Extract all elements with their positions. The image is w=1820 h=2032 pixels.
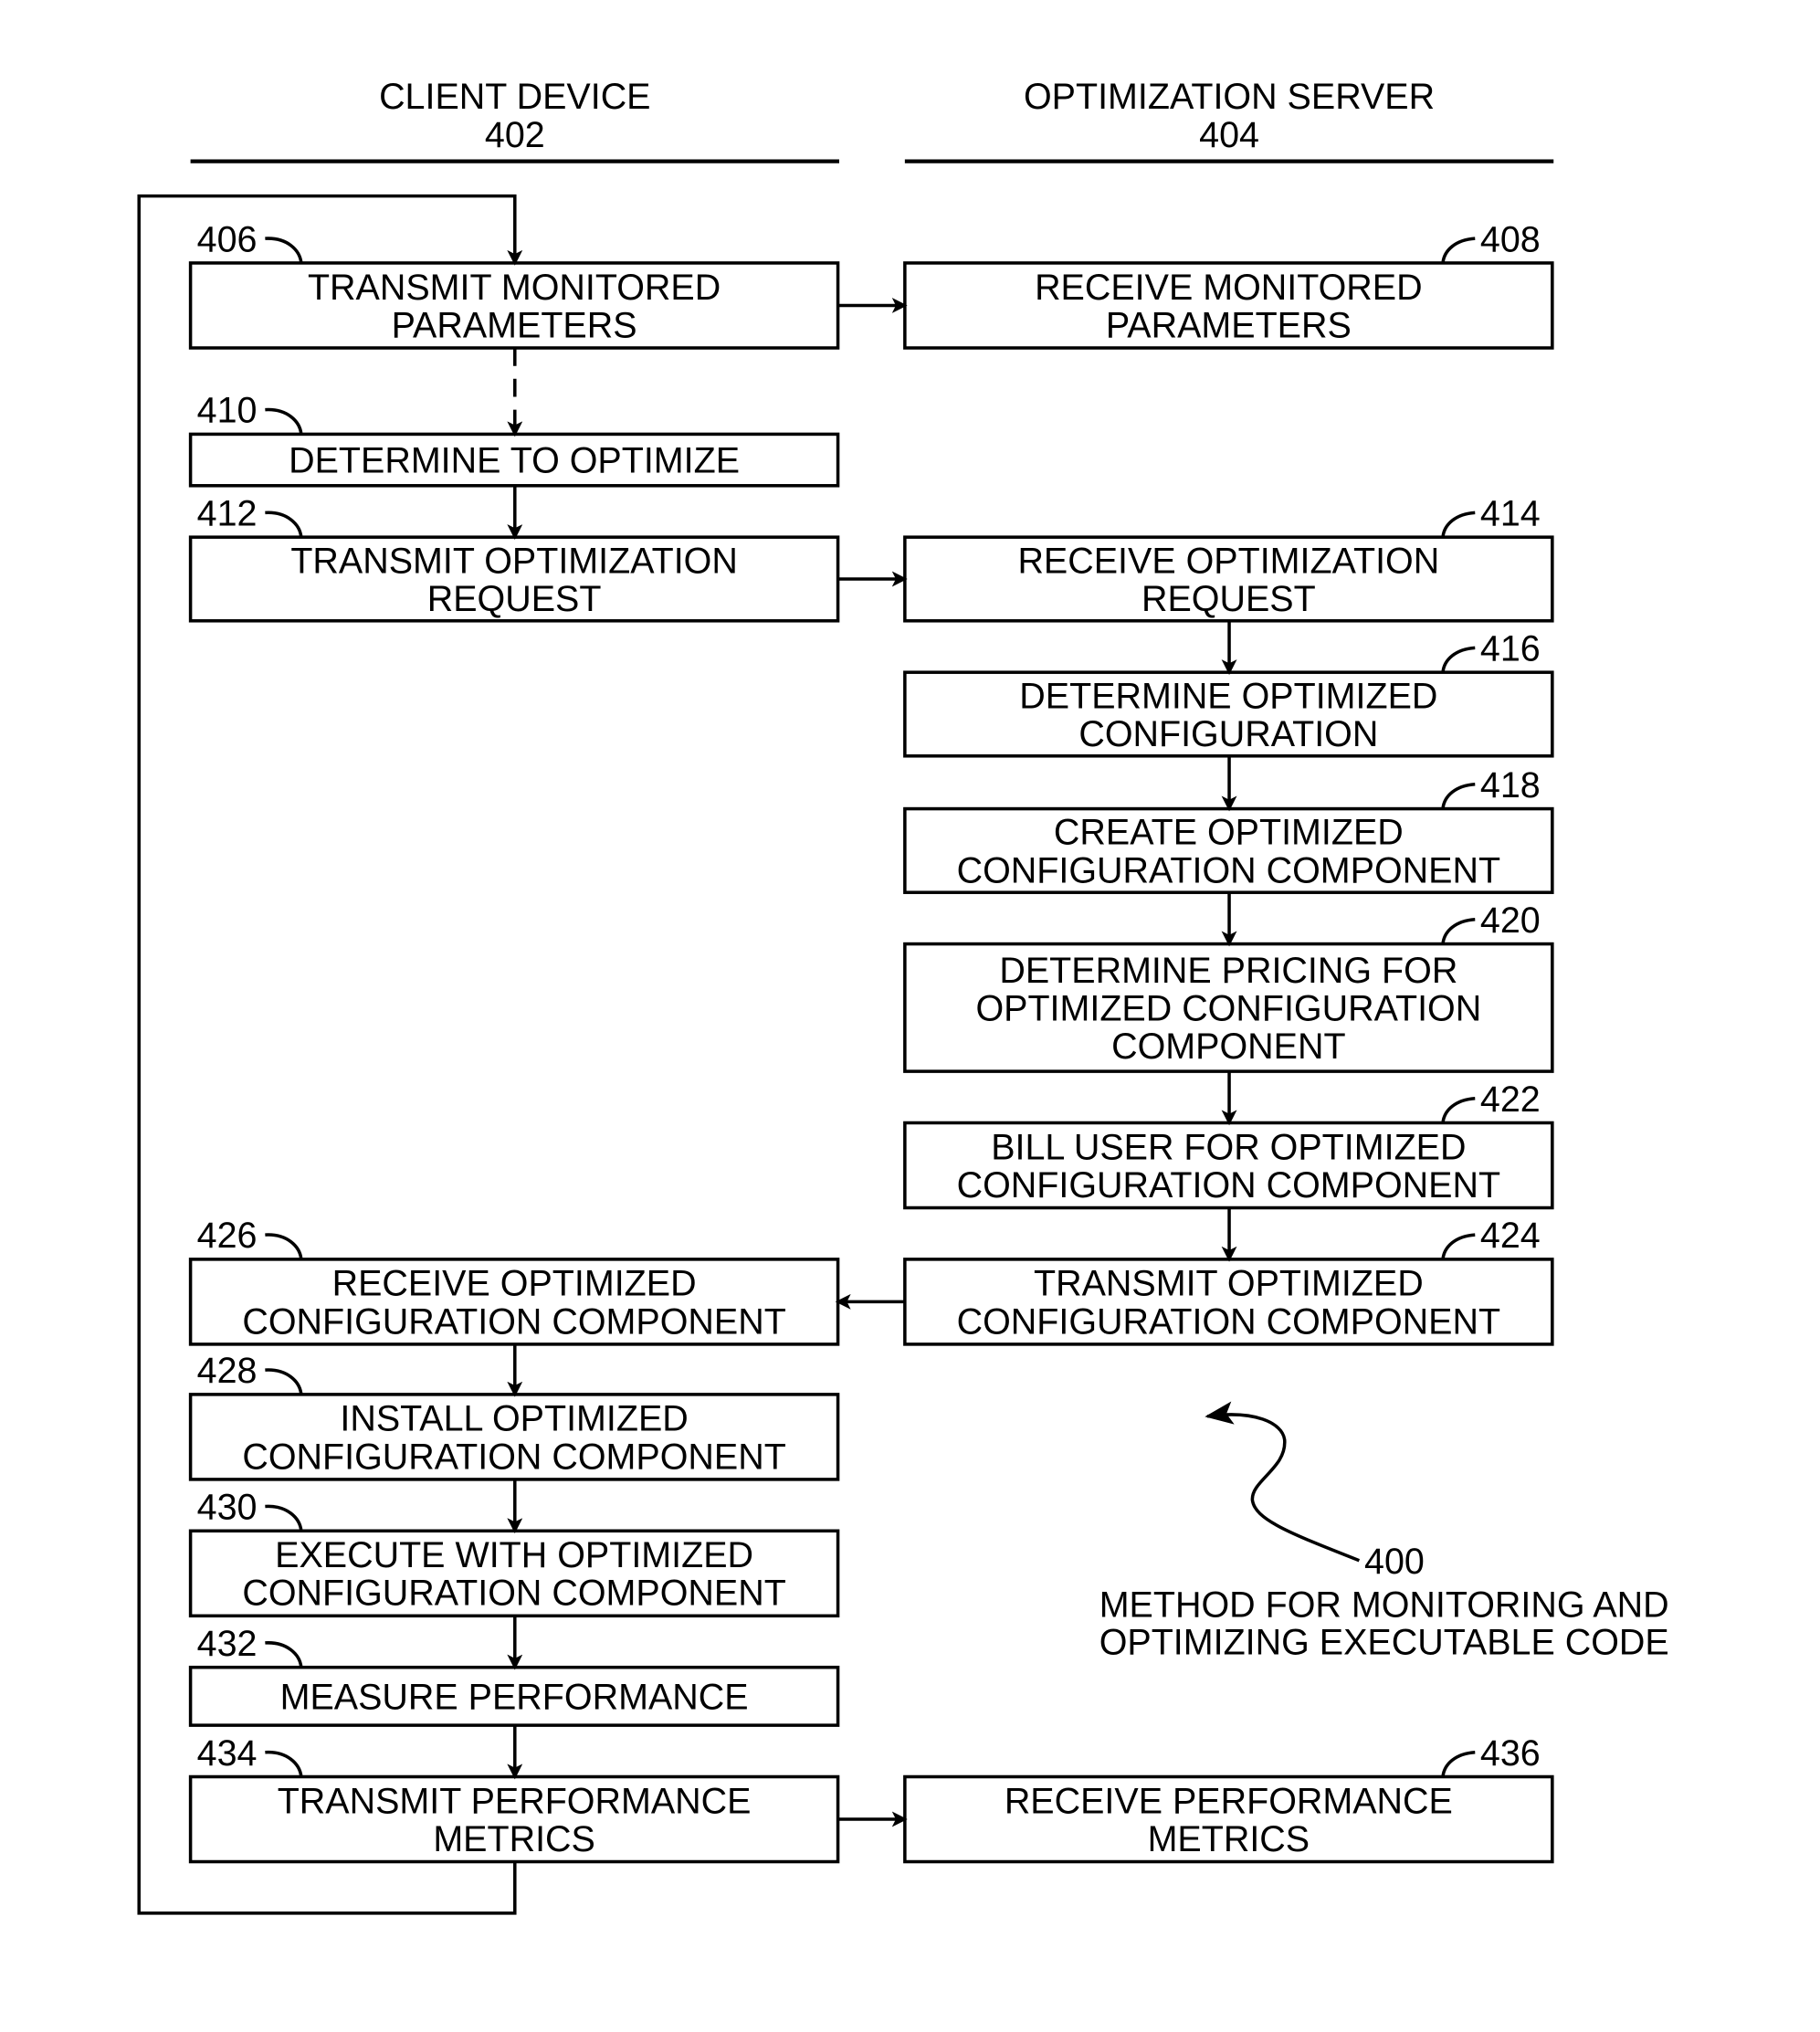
step-label: TRANSMIT OPTIMIZATION	[290, 541, 738, 581]
step-414: RECEIVE OPTIMIZATIONREQUEST 414	[903, 493, 1554, 623]
step-ref: 408	[1480, 219, 1541, 259]
lane-ref-client: 402	[485, 115, 545, 155]
step-label: PARAMETERS	[392, 305, 637, 345]
step-label: EXECUTE WITH OPTIMIZED	[275, 1535, 753, 1575]
step-ref: 422	[1480, 1079, 1541, 1120]
ref-leader	[265, 237, 303, 264]
step-label: OPTIMIZED CONFIGURATION	[975, 988, 1481, 1028]
step-label: METRICS	[433, 1819, 595, 1859]
step-ref: 430	[197, 1488, 258, 1528]
step-ref: 418	[1480, 765, 1541, 805]
ref-leader	[1441, 1750, 1476, 1777]
ref-leader	[1441, 511, 1476, 538]
ref-leader	[1441, 1096, 1476, 1123]
step-label: TRANSMIT PERFORMANCE	[278, 1781, 752, 1821]
step-label: CONFIGURATION COMPONENT	[242, 1574, 785, 1614]
step-label: REQUEST	[1141, 579, 1316, 619]
step-label: DETERMINE TO OPTIMIZE	[289, 441, 740, 481]
figure-ref: 400	[1364, 1542, 1425, 1582]
step-label: METRICS	[1148, 1819, 1310, 1859]
step-ref: 414	[1480, 493, 1541, 533]
step-label: REQUEST	[427, 579, 602, 619]
ref-leader	[1441, 783, 1476, 809]
flowchart: CLIENT DEVICE 402 OPTIMIZATION SERVER 40…	[137, 77, 1669, 1915]
lane-title-server: OPTIMIZATION SERVER	[1024, 77, 1435, 117]
step-label: RECEIVE MONITORED	[1035, 268, 1423, 308]
ref-leader	[265, 1750, 303, 1777]
ref-leader	[1441, 1233, 1476, 1260]
step-ref: 436	[1480, 1733, 1541, 1774]
figure-caption-line-1: METHOD FOR MONITORING AND	[1099, 1585, 1669, 1626]
step-label: CONFIGURATION	[1078, 714, 1378, 754]
ref-leader	[1441, 918, 1476, 944]
step-426: RECEIVE OPTIMIZEDCONFIGURATION COMPONENT…	[188, 1216, 840, 1346]
step-ref: 432	[197, 1624, 258, 1664]
step-408: RECEIVE MONITOREDPARAMETERS 408	[903, 219, 1554, 350]
step-ref: 410	[197, 391, 258, 431]
step-410: DETERMINE TO OPTIMIZE 410	[188, 391, 840, 488]
step-ref: 426	[197, 1216, 258, 1256]
step-ref: 434	[197, 1733, 258, 1774]
step-label: CREATE OPTIMIZED	[1054, 813, 1404, 853]
step-label: RECEIVE OPTIMIZATION	[1017, 541, 1439, 581]
step-label: CONFIGURATION COMPONENT	[242, 1437, 785, 1477]
step-label: TRANSMIT MONITORED	[308, 268, 721, 308]
step-label: DETERMINE OPTIMIZED	[1019, 676, 1437, 716]
step-ref: 420	[1480, 900, 1541, 941]
step-label: CONFIGURATION COMPONENT	[242, 1301, 785, 1342]
ref-leader	[265, 1368, 303, 1395]
step-label: INSTALL OPTIMIZED	[340, 1399, 688, 1439]
step-label: RECEIVE OPTIMIZED	[332, 1264, 697, 1304]
step-ref: 406	[197, 219, 258, 259]
step-label: BILL USER FOR OPTIMIZED	[991, 1127, 1466, 1167]
step-ref: 428	[197, 1351, 258, 1391]
lane-title-client: CLIENT DEVICE	[379, 77, 650, 117]
lane-ref-server: 404	[1199, 115, 1259, 155]
ref-leader	[265, 1504, 303, 1532]
step-ref: 416	[1480, 628, 1541, 669]
step-label: RECEIVE PERFORMANCE	[1005, 1781, 1453, 1821]
ref-leader	[265, 1233, 303, 1260]
step-label: TRANSMIT OPTIMIZED	[1034, 1264, 1424, 1304]
step-label: DETERMINE PRICING FOR	[999, 951, 1457, 991]
ref-leader	[265, 511, 303, 538]
figure-pointer-arrow	[1205, 1401, 1361, 1563]
step-label: MEASURE PERFORMANCE	[280, 1678, 749, 1718]
ref-leader	[1441, 237, 1476, 264]
step-436: RECEIVE PERFORMANCEMETRICS 436	[903, 1733, 1554, 1864]
step-ref: 412	[197, 493, 258, 533]
step-label: CONFIGURATION COMPONENT	[957, 1301, 1500, 1342]
step-label: COMPONENT	[1111, 1027, 1345, 1067]
step-label: PARAMETERS	[1106, 305, 1352, 345]
step-label: CONFIGURATION COMPONENT	[957, 1165, 1500, 1206]
ref-leader	[265, 407, 303, 435]
ref-leader	[265, 1641, 303, 1669]
figure-caption-line-2: OPTIMIZING EXECUTABLE CODE	[1099, 1623, 1669, 1663]
step-label: CONFIGURATION COMPONENT	[957, 850, 1500, 890]
step-ref: 424	[1480, 1216, 1541, 1256]
ref-leader	[1441, 646, 1476, 673]
